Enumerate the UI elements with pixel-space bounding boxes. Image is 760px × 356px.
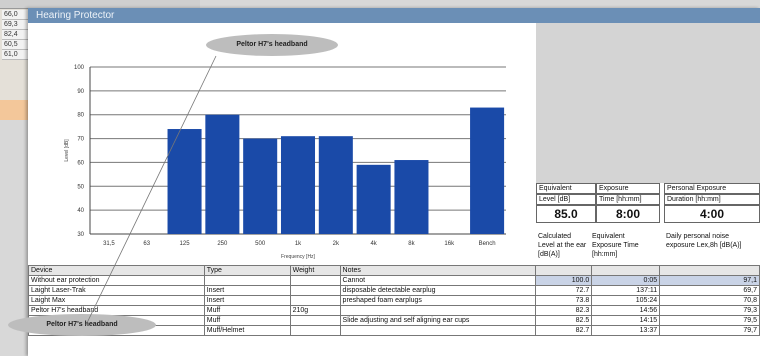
background-cells: 66,0 69,3 82,4 60,5 61,0 (2, 10, 30, 60)
background-highlight (0, 100, 30, 120)
background-cell: 61,0 (2, 50, 30, 60)
hearing-protector-window: Hearing Protector 30 40 50 60 70 80 90 100 31,5 6… (8, 8, 760, 356)
background-cell: 60,5 (2, 40, 30, 50)
background-cell: 66,0 (2, 10, 30, 20)
background-cell: 82,4 (2, 30, 30, 40)
callout-leader-line (85, 55, 217, 326)
background-cell: 69,3 (2, 20, 30, 30)
